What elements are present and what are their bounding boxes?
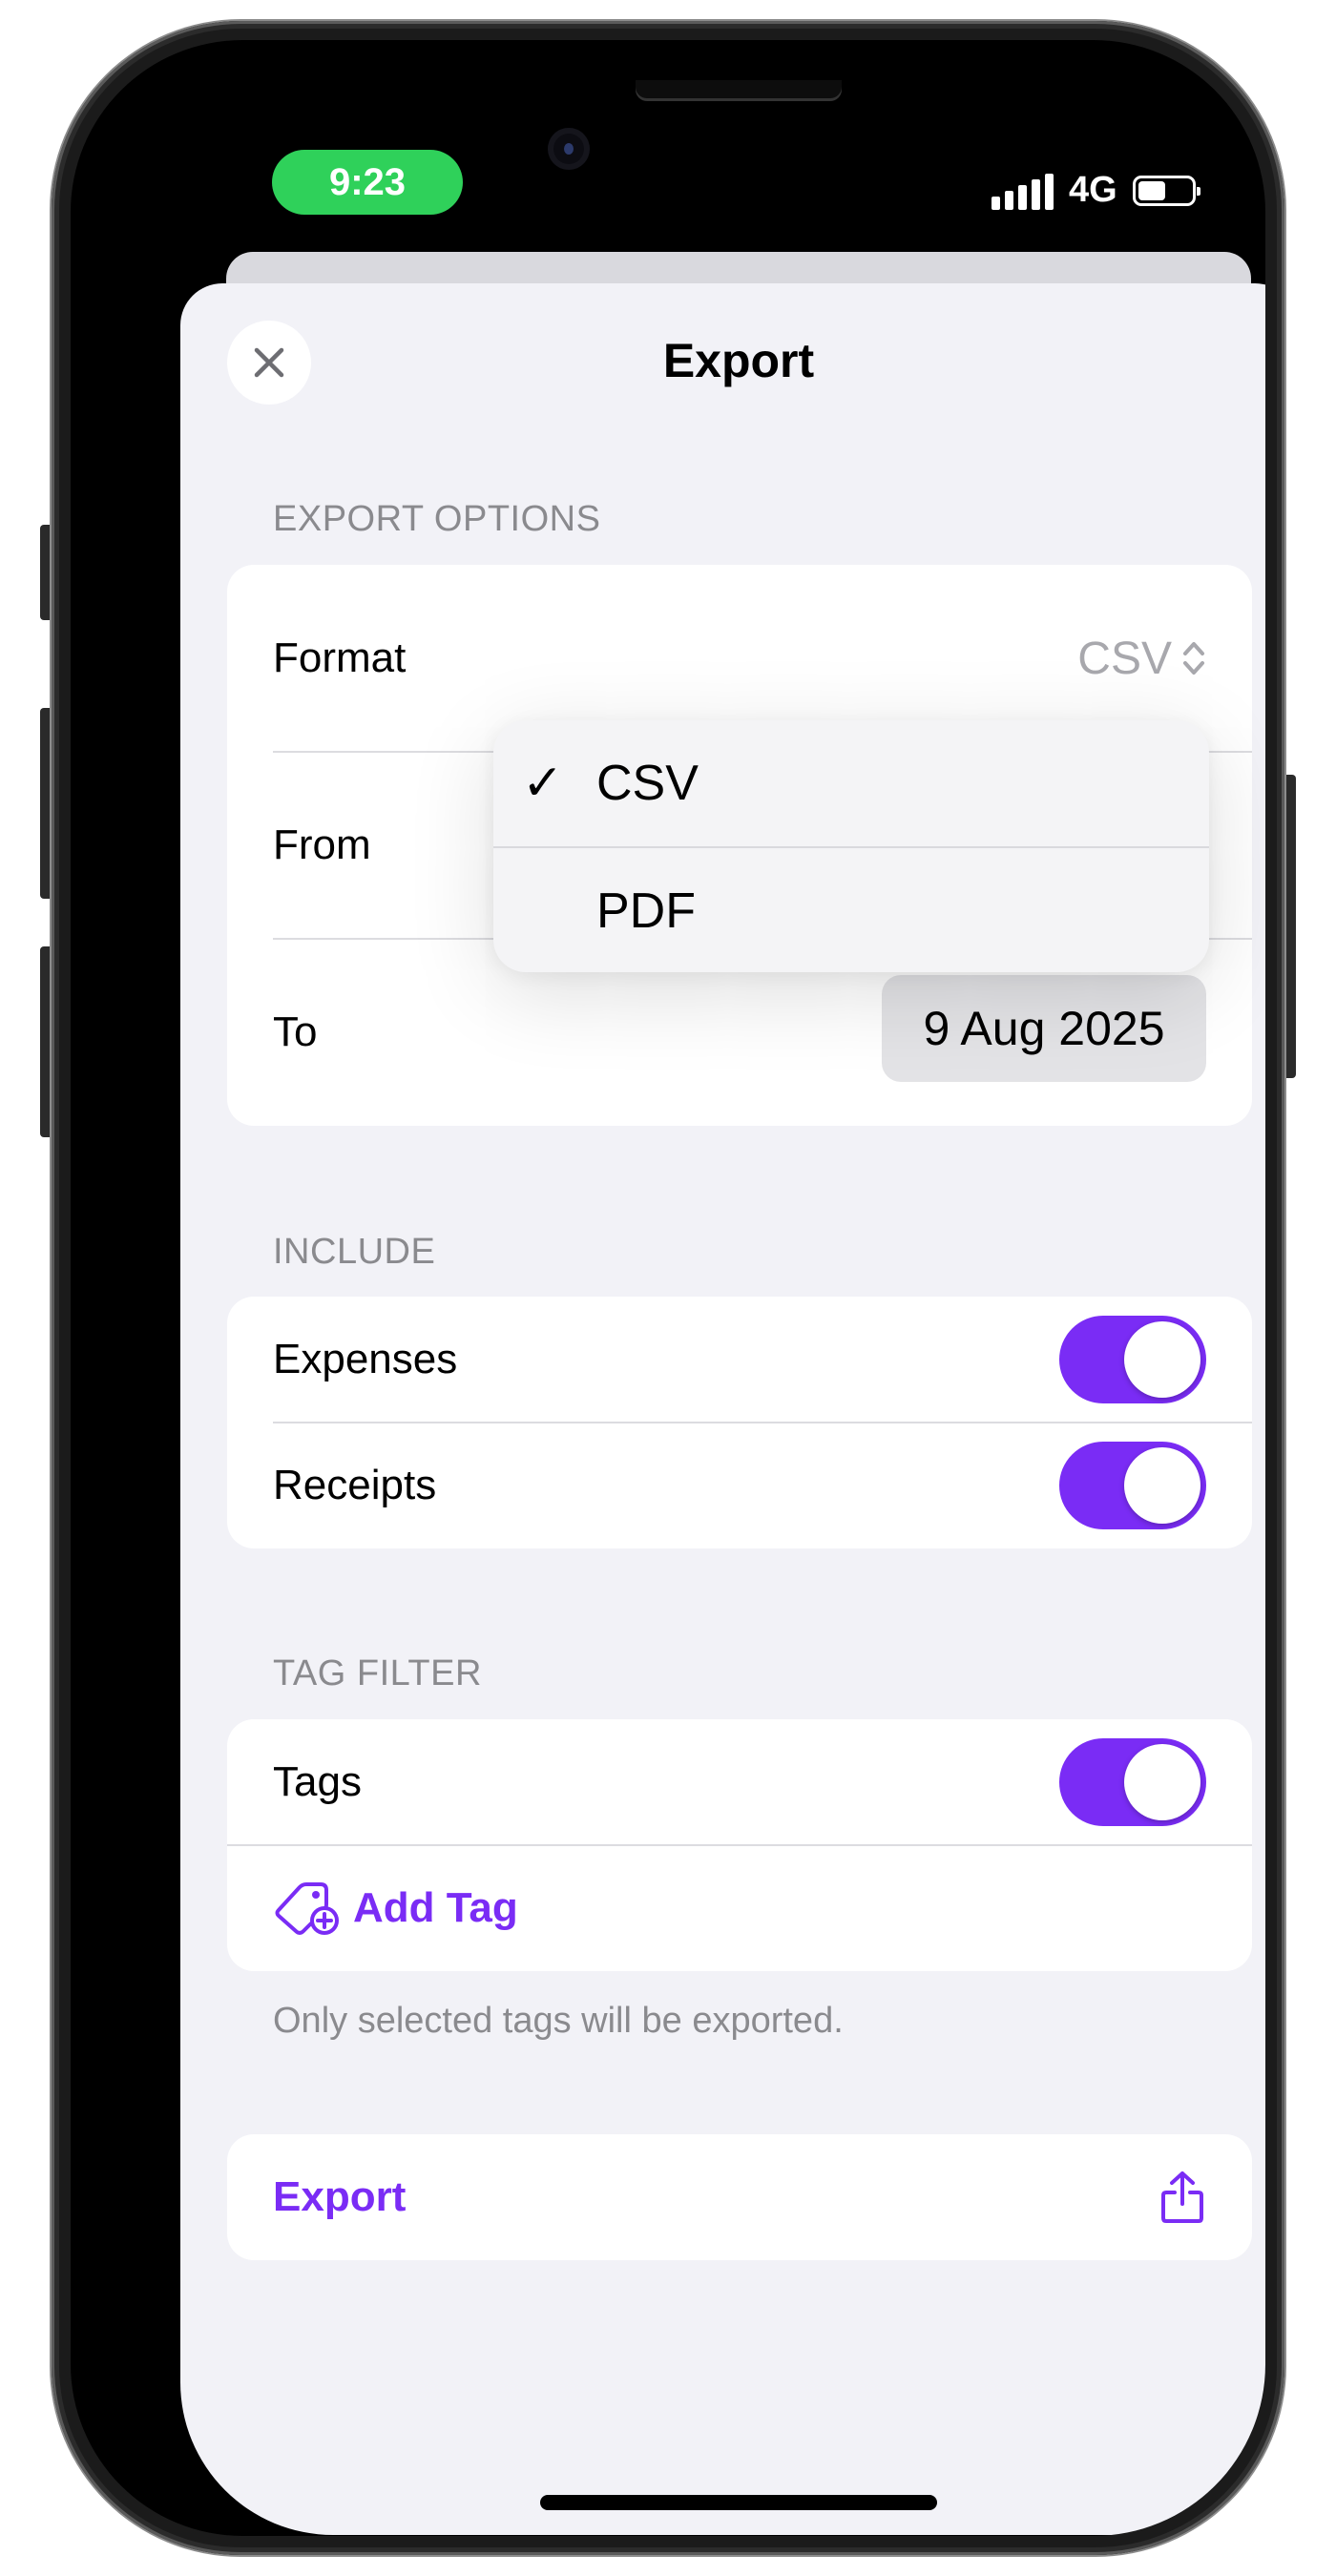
include-row-expenses: Expenses	[227, 1297, 1252, 1423]
tag-filter-card: Tags Add Tag	[227, 1719, 1252, 1971]
export-button[interactable]: Export	[227, 2134, 1252, 2260]
section-label-export-options: EXPORT OPTIONS	[273, 499, 601, 539]
section-label-include: INCLUDE	[273, 1232, 436, 1272]
home-indicator[interactable]	[540, 2495, 937, 2510]
tag-filter-footnote: Only selected tags will be exported.	[273, 2001, 844, 2041]
status-icons: 4G	[992, 170, 1200, 211]
export-sheet: Export EXPORT OPTIONS Format CSV From To	[180, 283, 1265, 2535]
receipts-label: Receipts	[273, 1462, 437, 1508]
format-label: Format	[273, 634, 407, 681]
sheet-title: Export	[662, 334, 815, 387]
export-card: Export	[227, 2134, 1252, 2260]
add-tag-label: Add Tag	[353, 1884, 518, 1931]
speaker	[636, 80, 842, 101]
add-tag-button[interactable]: Add Tag	[227, 1845, 1252, 1971]
format-menu-item-label: CSV	[596, 756, 699, 811]
from-label: From	[273, 821, 371, 868]
battery-icon	[1132, 175, 1200, 206]
front-camera	[548, 128, 590, 170]
share-icon	[1161, 2171, 1203, 2223]
screen: 9:23 4G Export EXPORT OPTIONS Format CSV	[71, 40, 1265, 2536]
tag-plus-icon	[275, 1882, 339, 1935]
checkmark-icon: ✓	[522, 756, 564, 811]
power-button	[1283, 775, 1296, 1078]
tags-toggle[interactable]	[1059, 1738, 1206, 1826]
chevron-updown-icon	[1183, 642, 1204, 675]
format-menu-item-label: PDF	[596, 883, 696, 939]
network-label: 4G	[1069, 170, 1117, 210]
to-date-button[interactable]: 9 Aug 2025	[882, 975, 1206, 1082]
format-menu: ✓ CSV PDF	[493, 720, 1209, 972]
tags-row: Tags	[227, 1719, 1252, 1845]
signal-icon	[992, 172, 1054, 210]
format-menu-item-csv[interactable]: ✓ CSV	[493, 720, 1209, 846]
expenses-label: Expenses	[273, 1336, 458, 1382]
format-picker[interactable]: CSV	[1077, 633, 1206, 685]
section-label-tag-filter: TAG FILTER	[273, 1653, 482, 1693]
include-card: Expenses Receipts	[227, 1297, 1252, 1548]
format-value: CSV	[1077, 633, 1172, 684]
export-button-label: Export	[273, 2173, 407, 2220]
tags-label: Tags	[273, 1758, 362, 1805]
receipts-toggle[interactable]	[1059, 1442, 1206, 1529]
expenses-toggle[interactable]	[1059, 1316, 1206, 1403]
format-menu-item-pdf[interactable]: PDF	[493, 848, 1209, 972]
include-row-receipts: Receipts	[227, 1423, 1252, 1548]
to-label: To	[273, 1008, 318, 1055]
status-time: 9:23	[272, 150, 463, 215]
